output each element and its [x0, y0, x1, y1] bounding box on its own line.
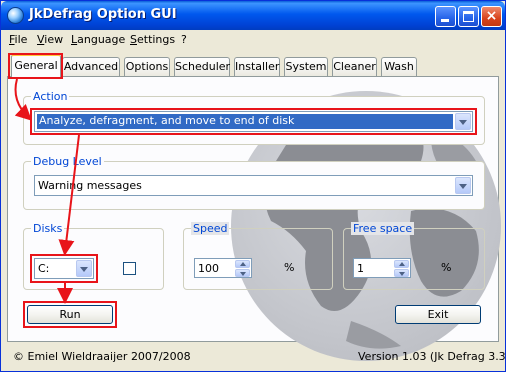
chevron-down-icon[interactable] — [76, 260, 92, 277]
minimize-button[interactable] — [435, 6, 456, 27]
version-text: Version 1.03 (Jk Defrag 3.36) — [358, 350, 506, 363]
close-icon: × — [485, 8, 498, 24]
debug-level-group-label: Debug Level — [31, 155, 104, 168]
run-button[interactable]: Run — [27, 305, 113, 324]
disk-select-value: C: — [38, 262, 50, 275]
disk-select[interactable]: C: — [34, 258, 94, 279]
tab-advanced[interactable]: Advanced — [62, 57, 120, 76]
title-bar[interactable]: JkDefrag Option GUI × — [1, 1, 505, 30]
spin-down-icon[interactable] — [235, 269, 250, 277]
exit-button[interactable]: Exit — [395, 305, 481, 324]
chevron-down-icon[interactable] — [455, 177, 471, 194]
spin-up-icon[interactable] — [235, 260, 250, 268]
maximize-icon — [463, 11, 474, 22]
window-title: JkDefrag Option GUI — [29, 7, 177, 22]
tab-scheduler[interactable]: Scheduler — [174, 57, 230, 76]
free-space-value: 1 — [357, 262, 364, 275]
tab-options[interactable]: Options — [124, 57, 170, 76]
tab-general[interactable]: General — [11, 54, 61, 77]
menu-settings[interactable]: Settings — [130, 33, 175, 46]
app-window: JkDefrag Option GUI × File View Language… — [0, 0, 506, 372]
disk-checkbox[interactable] — [123, 262, 136, 275]
debug-level-select[interactable]: Warning messages — [34, 175, 473, 196]
speed-group-label: Speed — [191, 222, 230, 235]
menu-help[interactable]: ? — [181, 33, 187, 46]
speed-value: 100 — [198, 262, 219, 275]
close-button[interactable]: × — [481, 6, 502, 27]
chevron-down-icon[interactable] — [455, 113, 471, 130]
menu-file[interactable]: File — [9, 33, 27, 46]
spin-up-icon[interactable] — [394, 260, 409, 268]
maximize-button[interactable] — [458, 6, 479, 27]
tab-installer[interactable]: Installer — [234, 57, 280, 76]
minimize-icon — [441, 19, 449, 22]
debug-level-select-value: Warning messages — [38, 179, 142, 192]
spin-down-icon[interactable] — [394, 269, 409, 277]
menu-bar: File View Language Settings ? — [1, 30, 505, 50]
free-space-spinner[interactable]: 1 — [353, 258, 411, 278]
disks-group-label: Disks — [31, 222, 65, 235]
action-select-value: Analyze, defragment, and move to end of … — [37, 114, 453, 129]
speed-unit: % — [284, 261, 295, 274]
free-space-group-label: Free space — [351, 222, 415, 235]
free-space-unit: % — [441, 261, 452, 274]
tab-system[interactable]: System — [284, 57, 328, 76]
menu-language[interactable]: Language — [71, 33, 125, 46]
copyright-text: © Emiel Wieldraaijer 2007/2008 — [13, 350, 191, 363]
tab-wash[interactable]: Wash — [381, 57, 417, 76]
menu-view[interactable]: View — [37, 33, 63, 46]
tab-cleaner[interactable]: Cleaner — [332, 57, 377, 76]
speed-spinner[interactable]: 100 — [194, 258, 252, 278]
globe-icon — [7, 7, 24, 24]
action-select[interactable]: Analyze, defragment, and move to end of … — [34, 111, 473, 132]
action-group-label: Action — [31, 90, 70, 103]
